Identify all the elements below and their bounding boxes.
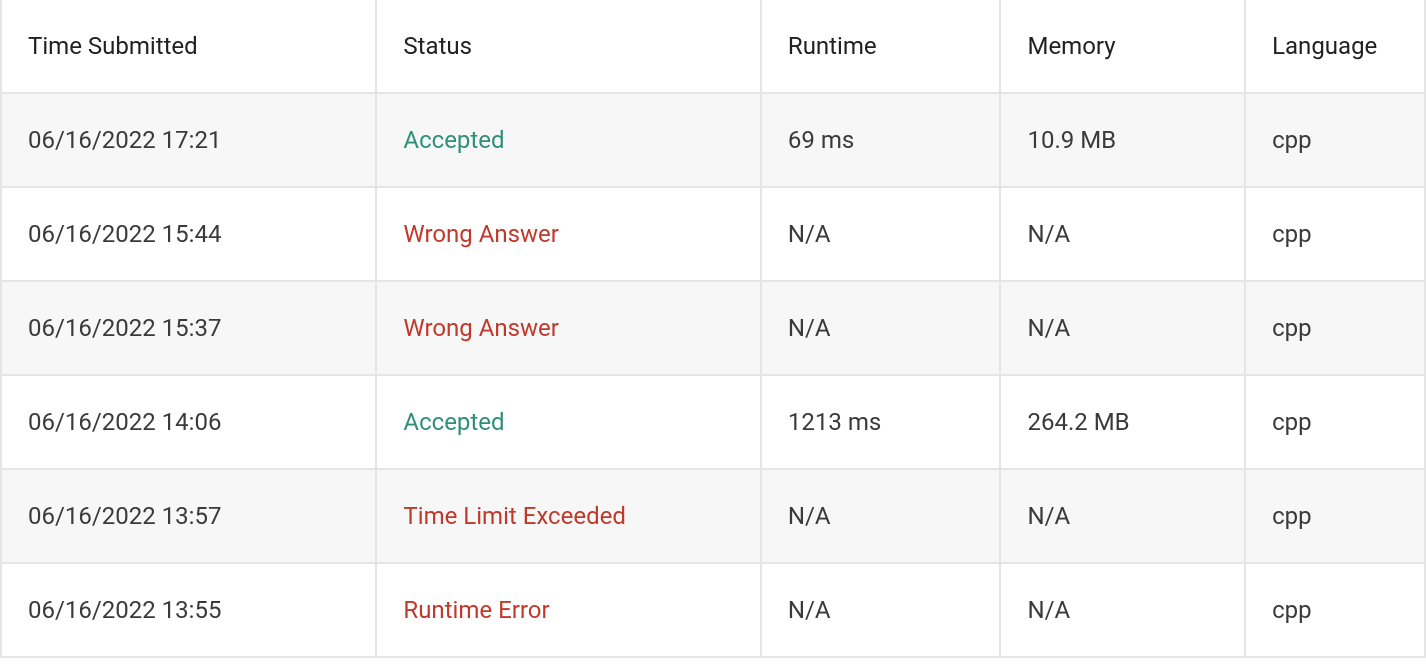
cell-runtime: N/A (762, 470, 1002, 564)
cell-runtime: N/A (762, 282, 1002, 376)
cell-runtime: 1213 ms (762, 376, 1002, 470)
cell-language: cpp (1246, 282, 1426, 376)
status-link[interactable]: Runtime Error (403, 596, 549, 624)
cell-runtime: N/A (762, 188, 1002, 282)
cell-time: 06/16/2022 17:21 (2, 94, 377, 188)
table-row: 06/16/2022 15:37 Wrong Answer N/A N/A cp… (2, 282, 1426, 376)
cell-time: 06/16/2022 13:55 (2, 564, 377, 658)
cell-status[interactable]: Runtime Error (377, 564, 762, 658)
cell-time: 06/16/2022 13:57 (2, 470, 377, 564)
table-header-row: Time Submitted Status Runtime Memory Lan… (2, 0, 1426, 94)
cell-language: cpp (1246, 188, 1426, 282)
status-link[interactable]: Wrong Answer (403, 314, 559, 342)
table-row: 06/16/2022 13:57 Time Limit Exceeded N/A… (2, 470, 1426, 564)
col-header-status: Status (377, 0, 762, 94)
cell-runtime: N/A (762, 564, 1002, 658)
cell-memory: N/A (1001, 470, 1246, 564)
table-row: 06/16/2022 14:06 Accepted 1213 ms 264.2 … (2, 376, 1426, 470)
cell-time: 06/16/2022 15:44 (2, 188, 377, 282)
cell-status[interactable]: Wrong Answer (377, 282, 762, 376)
cell-status[interactable]: Accepted (377, 376, 762, 470)
cell-time: 06/16/2022 15:37 (2, 282, 377, 376)
status-link[interactable]: Wrong Answer (403, 220, 559, 248)
cell-runtime: 69 ms (762, 94, 1002, 188)
cell-memory: N/A (1001, 282, 1246, 376)
cell-language: cpp (1246, 564, 1426, 658)
status-link[interactable]: Time Limit Exceeded (403, 502, 625, 530)
table-row: 06/16/2022 13:55 Runtime Error N/A N/A c… (2, 564, 1426, 658)
cell-status[interactable]: Time Limit Exceeded (377, 470, 762, 564)
cell-memory: 10.9 MB (1001, 94, 1246, 188)
cell-status[interactable]: Wrong Answer (377, 188, 762, 282)
col-header-language: Language (1246, 0, 1426, 94)
cell-memory: N/A (1001, 564, 1246, 658)
cell-memory: 264.2 MB (1001, 376, 1246, 470)
cell-memory: N/A (1001, 188, 1246, 282)
cell-language: cpp (1246, 376, 1426, 470)
cell-language: cpp (1246, 94, 1426, 188)
col-header-memory: Memory (1001, 0, 1246, 94)
cell-status[interactable]: Accepted (377, 94, 762, 188)
table-row: 06/16/2022 17:21 Accepted 69 ms 10.9 MB … (2, 94, 1426, 188)
col-header-time: Time Submitted (2, 0, 377, 94)
cell-language: cpp (1246, 470, 1426, 564)
table-row: 06/16/2022 15:44 Wrong Answer N/A N/A cp… (2, 188, 1426, 282)
col-header-runtime: Runtime (762, 0, 1002, 94)
submissions-table: Time Submitted Status Runtime Memory Lan… (0, 0, 1426, 658)
cell-time: 06/16/2022 14:06 (2, 376, 377, 470)
status-link[interactable]: Accepted (403, 126, 504, 154)
status-link[interactable]: Accepted (403, 408, 504, 436)
